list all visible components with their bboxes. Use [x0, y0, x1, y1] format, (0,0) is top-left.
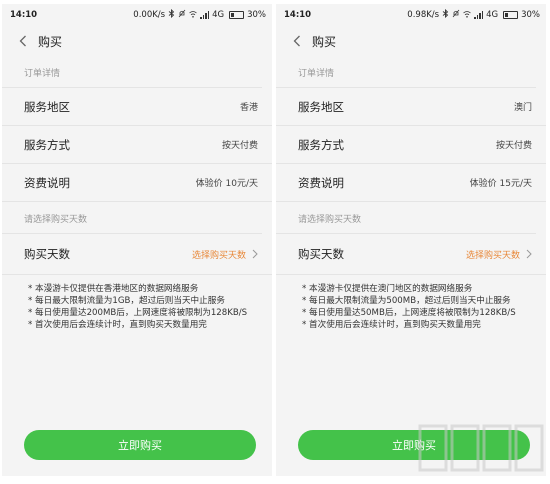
- title-bar: 购买: [276, 26, 546, 56]
- note-line: * 本漫游卡仅提供在香港地区的数据网络服务: [28, 284, 199, 294]
- service-method-row: 服务方式 按天付费: [2, 126, 272, 164]
- select-days-link[interactable]: 选择购买天数: [466, 248, 520, 261]
- back-arrow-icon[interactable]: [16, 34, 30, 48]
- service-method-value: 按天付费: [221, 141, 258, 151]
- service-method-label: 服务方式: [24, 137, 70, 152]
- title-bar: 购买: [2, 26, 272, 56]
- purchase-days-label: 购买天数: [24, 247, 70, 261]
- network-speed: 0.98K/s: [407, 10, 440, 20]
- chevron-right-icon: [526, 249, 532, 259]
- service-region-label: 服务地区: [298, 99, 344, 114]
- service-method-label: 服务方式: [298, 137, 344, 152]
- bluetooth-icon: [168, 8, 175, 21]
- note-line: * 首次使用后会连续计时，直到购买天数量用完: [302, 320, 481, 330]
- note-line: * 本漫游卡仅提供在澳门地区的数据网络服务: [302, 284, 473, 294]
- battery-icon: [503, 11, 519, 19]
- order-details-header: 订单详情: [2, 56, 262, 88]
- note-line: * 每日最大限制流量为1GB，超过后则当天中止服务: [28, 296, 225, 306]
- signal-icon: [474, 11, 484, 19]
- service-notes: * 本漫游卡仅提供在澳门地区的数据网络服务 * 每日最大限制流量为500MB，超…: [276, 275, 546, 331]
- back-arrow-icon[interactable]: [290, 34, 304, 48]
- page-title: 购买: [312, 34, 337, 49]
- buy-now-button[interactable]: 立即购买: [24, 430, 256, 460]
- phone-screen-hongkong: 14:10 0.00K/s 4G 30% 购买 订单详情 服务地区 香港 服务方…: [2, 4, 272, 476]
- network-type: 4G: [486, 10, 499, 20]
- pricing-value: 体验价 10元/天: [195, 179, 258, 189]
- status-time: 14:10: [284, 10, 312, 20]
- pricing-row: 资费说明 体验价 10元/天: [2, 164, 272, 202]
- service-method-value: 按天付费: [495, 141, 532, 151]
- service-region-label: 服务地区: [24, 99, 70, 114]
- battery-level: 30%: [521, 10, 540, 20]
- purchase-days-row[interactable]: 购买天数 选择购买天数: [276, 234, 546, 275]
- status-time: 14:10: [10, 10, 38, 20]
- service-region-value: 香港: [239, 103, 258, 113]
- mute-icon: [178, 9, 186, 21]
- page-title: 购买: [38, 34, 63, 49]
- note-line: * 每日最大限制流量为500MB，超过后则当天中止服务: [302, 296, 511, 306]
- service-region-value: 澳门: [513, 103, 532, 113]
- pricing-row: 资费说明 体验价 15元/天: [276, 164, 546, 202]
- network-speed: 0.00K/s: [133, 10, 166, 20]
- pricing-label: 资费说明: [298, 175, 344, 190]
- network-type: 4G: [212, 10, 225, 20]
- select-days-header: 请选择购买天数: [276, 202, 536, 234]
- watermark-logo: [418, 424, 544, 472]
- select-days-header: 请选择购买天数: [2, 202, 262, 234]
- service-region-row: 服务地区 澳门: [276, 88, 546, 126]
- pricing-value: 体验价 15元/天: [469, 179, 532, 189]
- service-method-row: 服务方式 按天付费: [276, 126, 546, 164]
- battery-level: 30%: [247, 10, 266, 20]
- status-bar: 14:10 0.98K/s 4G 30%: [276, 4, 546, 26]
- status-bar: 14:10 0.00K/s 4G 30%: [2, 4, 272, 26]
- wifi-icon: [189, 10, 197, 21]
- bluetooth-icon: [442, 8, 449, 21]
- phone-screen-macau: 14:10 0.98K/s 4G 30% 购买 订单详情 服务地区 澳门 服务方…: [276, 4, 546, 476]
- service-region-row: 服务地区 香港: [2, 88, 272, 126]
- pricing-label: 资费说明: [24, 175, 70, 190]
- mute-icon: [452, 9, 460, 21]
- order-details-header: 订单详情: [276, 56, 536, 88]
- signal-icon: [200, 11, 210, 19]
- purchase-days-row[interactable]: 购买天数 选择购买天数: [2, 234, 272, 275]
- purchase-days-label: 购买天数: [298, 247, 344, 261]
- select-days-link[interactable]: 选择购买天数: [192, 248, 246, 261]
- wifi-icon: [463, 10, 471, 21]
- battery-icon: [229, 11, 245, 19]
- note-line: * 每日使用量达200MB后，上网速度将被限制为128KB/S: [28, 308, 248, 318]
- service-notes: * 本漫游卡仅提供在香港地区的数据网络服务 * 每日最大限制流量为1GB，超过后…: [2, 275, 272, 331]
- note-line: * 每日使用量达50MB后，上网速度将被限制为128KB/S: [302, 308, 516, 318]
- note-line: * 首次使用后会连续计时，直到购买天数量用完: [28, 320, 207, 330]
- chevron-right-icon: [252, 249, 258, 259]
